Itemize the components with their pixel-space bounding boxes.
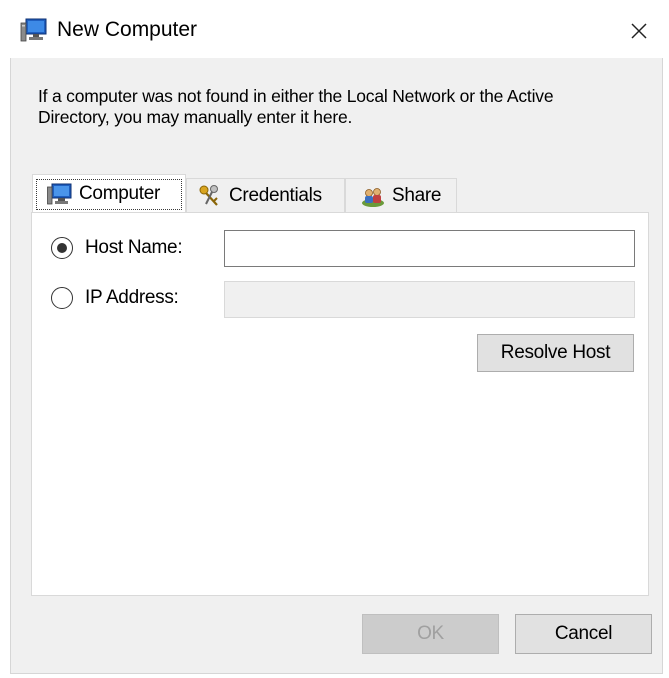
tab-computer[interactable]: Computer	[32, 174, 186, 212]
users-icon	[362, 187, 384, 207]
host-name-radio[interactable]	[51, 237, 73, 259]
close-button[interactable]	[616, 12, 662, 50]
resolve-host-button[interactable]: Resolve Host	[477, 334, 634, 372]
tab-share[interactable]: Share	[345, 178, 457, 212]
host-name-input[interactable]	[224, 230, 635, 267]
cancel-button[interactable]: Cancel	[515, 614, 652, 654]
computer-icon	[20, 18, 47, 42]
tab-label: Credentials	[229, 184, 322, 206]
tab-label: Computer	[79, 182, 161, 204]
ok-button[interactable]: OK	[362, 614, 499, 654]
instructions-text: If a computer was not found in either th…	[38, 86, 554, 127]
title-bar: New Computer	[0, 0, 669, 58]
tab-panel-computer	[31, 212, 649, 596]
tab-label: Share	[392, 184, 442, 206]
tab-credentials[interactable]: Credentials	[186, 178, 345, 212]
computer-icon	[47, 183, 72, 204]
ip-address-input[interactable]	[224, 281, 635, 318]
ip-address-radio[interactable]	[51, 287, 73, 309]
close-icon	[631, 23, 647, 39]
window-title: New Computer	[57, 18, 198, 41]
ip-address-label: IP Address:	[85, 287, 179, 308]
host-name-label: Host Name:	[85, 237, 183, 258]
keys-icon	[199, 184, 218, 206]
